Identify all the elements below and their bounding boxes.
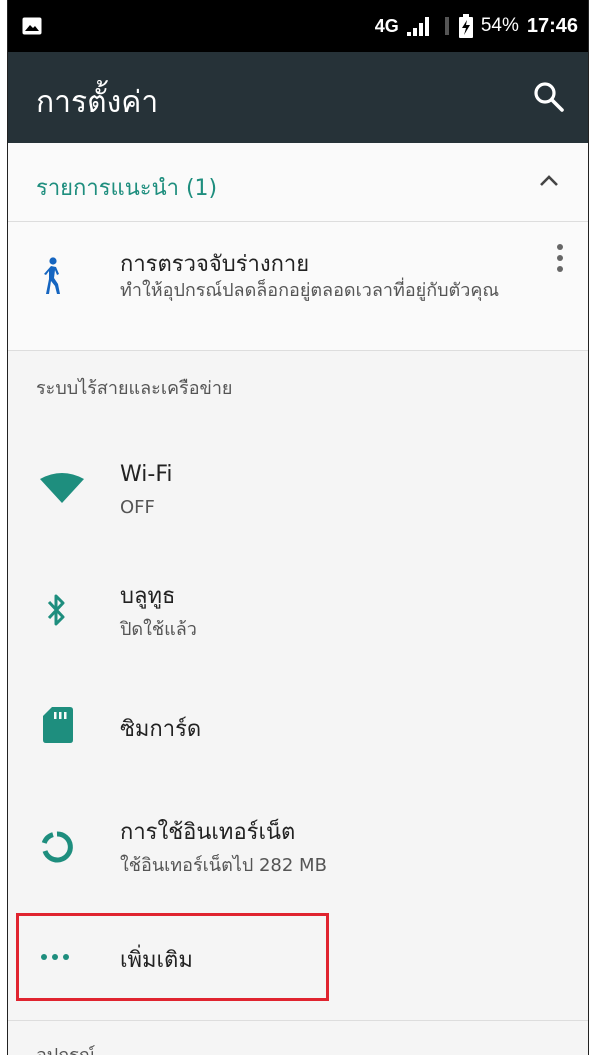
clock: 17:46 [526, 14, 578, 37]
suggestions-title: รายการแนะนำ (1) [36, 176, 218, 201]
signal-icon [406, 17, 429, 36]
settings-app: 4G 54% 17:46 การตั้งค่า รายการแนะนำ (1) … [8, 0, 588, 1055]
settings-item-subtitle: OFF [120, 497, 155, 518]
image-notification-icon [22, 17, 42, 35]
battery-percent: 54% [480, 15, 519, 36]
screenshot-border-right [588, 0, 596, 1055]
search-icon[interactable] [532, 80, 566, 114]
suggestions-header[interactable]: รายการแนะนำ (1) [8, 143, 588, 222]
sim-card-icon [43, 707, 73, 743]
suggestion-subtitle: ทำให้อุปกรณ์ปลดล็อกอยู่ตลอดเวลาที่อยู่กั… [120, 280, 500, 301]
settings-item-bluetooth[interactable]: บลูทูธ ปิดใช้แล้ว [8, 560, 588, 670]
settings-item-wifi[interactable]: Wi-Fi OFF [8, 440, 588, 550]
settings-item-sim-card[interactable]: ซิมการ์ด [8, 680, 588, 780]
section-label-device: อุปกรณ์ [36, 1040, 96, 1055]
suggestion-item[interactable]: การตรวจจับร่างกาย ทำให้อุปกรณ์ปลดล็อกอยู… [8, 221, 588, 349]
walking-person-icon [44, 257, 60, 294]
data-usage-icon [41, 831, 73, 863]
settings-item-title: การใช้อินเทอร์เน็ต [120, 820, 296, 845]
wifi-icon [40, 473, 84, 503]
bluetooth-icon [47, 594, 65, 626]
settings-item-title: Wi-Fi [120, 462, 173, 487]
suggestion-title: การตรวจจับร่างกาย [120, 252, 310, 277]
signal-secondary-icon [444, 17, 449, 35]
network-type: 4G [374, 15, 399, 36]
status-bar: 4G 54% 17:46 [8, 0, 588, 52]
settings-item-subtitle: ปิดใช้แล้ว [120, 619, 197, 640]
app-bar: การตั้งค่า [8, 52, 588, 143]
battery-charging-icon [458, 14, 473, 38]
chevron-up-icon[interactable] [538, 171, 560, 191]
section-label-wireless: ระบบไร้สายและเครือข่าย [36, 378, 233, 399]
status-bar-right: 4G 54% 17:46 [375, 0, 578, 52]
settings-item-title: ซิมการ์ด [120, 717, 202, 742]
suggestions-card: รายการแนะนำ (1) การตรวจจับร่างกาย ทำให้อ… [8, 143, 588, 351]
page-title: การตั้งค่า [36, 85, 159, 120]
settings-item-title: บลูทูธ [120, 584, 176, 609]
highlight-box [16, 913, 329, 1001]
more-vert-icon[interactable] [552, 241, 568, 277]
screenshot-border-left [0, 0, 8, 1055]
settings-item-subtitle: ใช้อินเทอร์เน็ตไป 282 MB [120, 855, 327, 876]
section-divider [8, 1020, 588, 1021]
settings-item-data-usage[interactable]: การใช้อินเทอร์เน็ต ใช้อินเทอร์เน็ตไป 282… [8, 790, 588, 900]
